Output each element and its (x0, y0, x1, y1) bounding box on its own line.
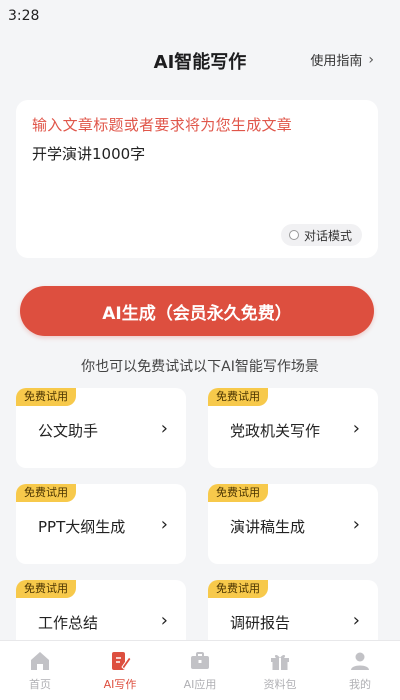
guide-link[interactable]: 使用指南 › (310, 50, 374, 70)
chevron-right-icon: › (160, 610, 168, 631)
scenario-label: 演讲稿生成 (230, 518, 306, 536)
briefcase-icon (191, 652, 209, 669)
write-icon (112, 652, 132, 670)
article-input-area[interactable]: 输入文章标题或者要求将为您生成文章 开学演讲1000字 对话模式 (16, 100, 378, 258)
scenario-card-ppt-outline[interactable]: 免费试用 PPT大纲生成 › (16, 484, 186, 564)
scenario-card-speech[interactable]: 免费试用 演讲稿生成 › (208, 484, 378, 564)
header: AI智能写作 使用指南 › (0, 40, 400, 80)
free-trial-badge: 免费试用 (16, 580, 76, 598)
scenario-label: 调研报告 (230, 614, 291, 632)
free-trial-badge: 免费试用 (208, 484, 268, 502)
tab-label: 我的 (349, 678, 371, 691)
tab-label: AI写作 (103, 678, 137, 691)
chevron-right-icon: › (160, 514, 168, 535)
tab-label: 资料包 (263, 678, 297, 691)
profile-icon (351, 652, 369, 670)
status-time: 3:28 (8, 8, 40, 24)
scenario-label: PPT大纲生成 (38, 518, 126, 536)
input-placeholder: 输入文章标题或者要求将为您生成文章 (32, 116, 293, 134)
gift-icon (271, 654, 289, 670)
ai-generate-button[interactable]: AI生成（会员永久免费） (20, 286, 374, 336)
guide-label: 使用指南 (310, 54, 363, 69)
radio-icon (288, 230, 299, 240)
scenario-card-party-gov[interactable]: 免费试用 党政机关写作 › (208, 388, 378, 468)
tab-ai-writing[interactable]: AI写作 (80, 641, 160, 700)
tab-mine[interactable]: 我的 (320, 641, 400, 700)
scenario-label: 党政机关写作 (230, 422, 321, 440)
free-trial-badge: 免费试用 (208, 580, 268, 598)
scenario-label: 工作总结 (38, 614, 99, 632)
chat-mode-toggle[interactable]: 对话模式 (280, 224, 362, 246)
chevron-right-icon: › (352, 610, 360, 631)
status-bar: 3:28 (0, 0, 400, 30)
tab-label: AI应用 (183, 678, 217, 691)
tab-materials[interactable]: 资料包 (240, 641, 320, 700)
chat-mode-label: 对话模式 (303, 228, 352, 243)
scenario-subtitle: 你也可以免费试试以下AI智能写作场景 (81, 359, 319, 375)
free-trial-badge: 免费试用 (16, 388, 76, 406)
tab-ai-apps[interactable]: AI应用 (160, 641, 240, 700)
tab-home[interactable]: 首页 (0, 641, 80, 700)
bottom-tab-bar: 首页 AI写作 AI应用 资料包 我的 (0, 640, 400, 700)
scenario-card-official-doc[interactable]: 免费试用 公文助手 › (16, 388, 186, 468)
chevron-right-icon: › (368, 51, 374, 68)
chevron-right-icon: › (160, 418, 168, 439)
chevron-right-icon: › (352, 514, 360, 535)
tab-label: 首页 (29, 678, 51, 691)
free-trial-badge: 免费试用 (16, 484, 76, 502)
free-trial-badge: 免费试用 (208, 388, 268, 406)
input-value[interactable]: 开学演讲1000字 (32, 143, 362, 164)
scenario-label: 公文助手 (38, 422, 99, 440)
chevron-right-icon: › (352, 418, 360, 439)
home-icon (31, 652, 49, 670)
